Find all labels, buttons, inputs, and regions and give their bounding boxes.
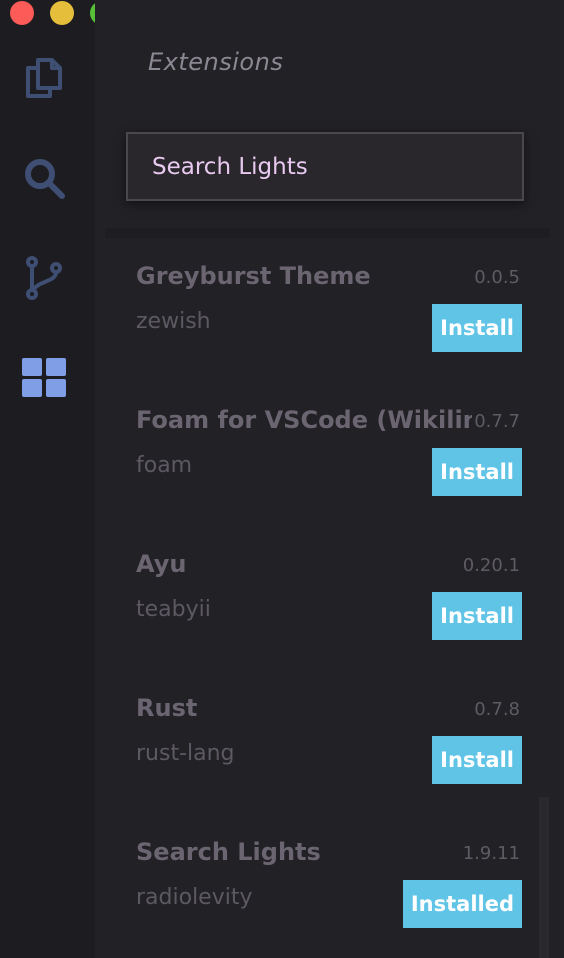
extension-version: 0.20.1 bbox=[462, 555, 520, 576]
extension-author: radiolevity bbox=[136, 885, 253, 910]
extensions-icon[interactable] bbox=[20, 354, 68, 402]
sidebar-title: Extensions bbox=[148, 48, 284, 76]
activity-bar bbox=[0, 0, 114, 958]
list-divider bbox=[105, 228, 550, 238]
extension-author: teabyii bbox=[136, 597, 211, 622]
install-button[interactable]: Install bbox=[432, 736, 522, 784]
close-window-button[interactable] bbox=[10, 1, 34, 25]
search-icon[interactable] bbox=[20, 154, 68, 202]
extension-version: 0.0.5 bbox=[474, 267, 520, 288]
extension-name: Ayu bbox=[136, 550, 187, 578]
install-button[interactable]: Install bbox=[432, 304, 522, 352]
install-button[interactable]: Install bbox=[432, 448, 522, 496]
extension-author: rust-lang bbox=[136, 741, 235, 766]
extension-item[interactable]: Foam for VSCode (Wikilinks) 0.7.7 foam I… bbox=[95, 384, 564, 528]
install-button[interactable]: Install bbox=[432, 592, 522, 640]
source-control-icon[interactable] bbox=[20, 254, 68, 302]
minimize-window-button[interactable] bbox=[50, 1, 74, 25]
extension-item[interactable]: Rust 0.7.8 rust-lang Install bbox=[95, 672, 564, 816]
extension-name: Greyburst Theme bbox=[136, 262, 371, 290]
extension-name: Search Lights bbox=[136, 838, 321, 866]
extension-version: 0.7.8 bbox=[474, 699, 520, 720]
extensions-search-box[interactable] bbox=[126, 132, 524, 201]
extensions-sidebar: Extensions Greyburst Theme 0.0.5 zewish … bbox=[95, 0, 564, 958]
extension-item[interactable]: Search Lights 1.9.11 radiolevity Install… bbox=[95, 816, 564, 958]
extension-item[interactable]: Ayu 0.20.1 teabyii Install bbox=[95, 528, 564, 672]
app-window: Extensions Greyburst Theme 0.0.5 zewish … bbox=[0, 0, 564, 958]
extension-author: foam bbox=[136, 453, 193, 478]
extension-version: 0.7.7 bbox=[474, 411, 520, 432]
extension-item[interactable]: Greyburst Theme 0.0.5 zewish Install bbox=[95, 240, 564, 384]
extensions-search-input[interactable] bbox=[128, 134, 522, 199]
extension-name: Foam for VSCode (Wikilinks) bbox=[136, 406, 472, 434]
files-icon[interactable] bbox=[20, 54, 68, 102]
extension-version: 1.9.11 bbox=[462, 843, 520, 864]
extension-name: Rust bbox=[136, 694, 198, 722]
installed-button[interactable]: Installed bbox=[402, 880, 522, 928]
scrollbar[interactable] bbox=[539, 797, 549, 958]
extension-author: zewish bbox=[136, 309, 211, 334]
